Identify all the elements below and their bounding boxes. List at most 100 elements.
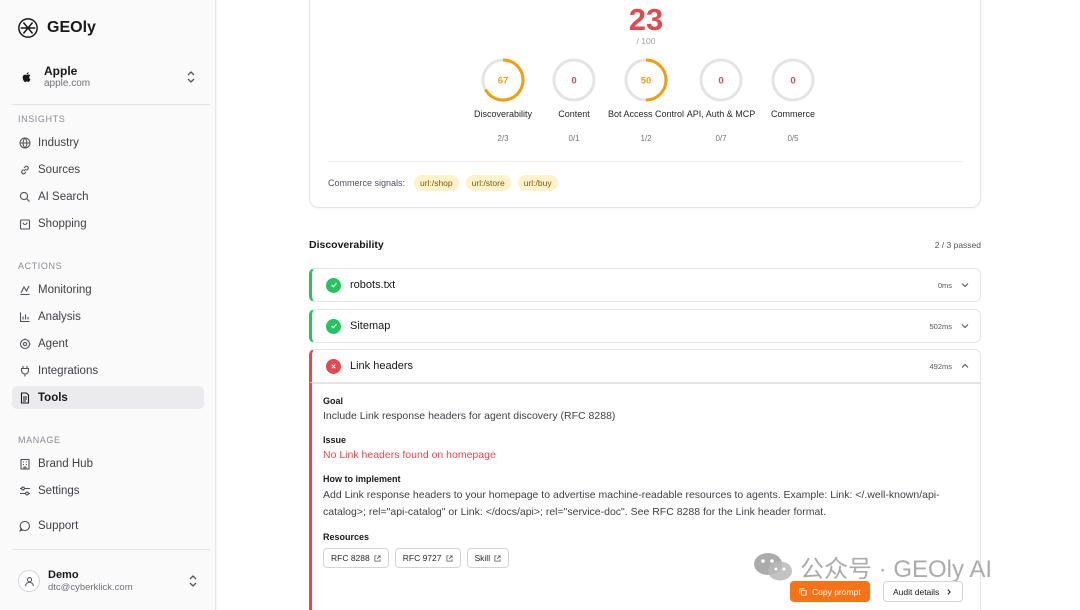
chevron-down-icon <box>961 283 969 288</box>
sidebar-item-industry[interactable]: Industry <box>12 131 204 154</box>
metric-count: 0/7 <box>715 134 727 143</box>
user-icon <box>24 576 34 586</box>
detail-divider <box>312 383 981 384</box>
metric-api-auth-mcp[interactable]: 0 API, Auth & MCP 0/7 <box>681 56 761 143</box>
issue-text: No Link headers found on homepage <box>323 449 496 461</box>
search-icon <box>19 191 30 202</box>
how-to-implement-heading: How to implement <box>323 474 401 484</box>
metric-name: API, Auth & MCP <box>686 109 756 119</box>
ring-value: 67 <box>498 76 509 87</box>
brand[interactable]: GEOly <box>17 17 96 39</box>
check-row-robots-txt[interactable]: robots.txt 0ms <box>309 268 981 302</box>
org-switcher[interactable]: Apple apple.com <box>12 58 204 96</box>
sidebar-item-label: Support <box>38 519 79 532</box>
sidebar-item-agent[interactable]: Agent <box>12 332 204 355</box>
metric-commerce[interactable]: 0 Commerce 0/5 <box>753 56 833 143</box>
check-row-sitemap[interactable]: Sitemap 502ms <box>309 309 981 343</box>
sidebar-item-label: Industry <box>38 136 79 149</box>
check-pass-icon <box>326 318 341 334</box>
sidebar-item-tools[interactable]: Tools <box>12 386 204 409</box>
audit-details-label: Audit details <box>893 586 940 597</box>
check-label: Sitemap <box>350 320 391 332</box>
resource-label: Skill <box>474 553 491 563</box>
check-label: robots.txt <box>350 279 396 291</box>
sidebar-item-settings[interactable]: Settings <box>12 479 204 502</box>
score-ring: 0 <box>698 57 744 103</box>
chevron-down-icon <box>961 324 969 329</box>
sidebar-item-label: Tools <box>38 391 68 404</box>
metric-content[interactable]: 0 Content 0/1 <box>534 56 614 143</box>
chevron-updown-icon <box>189 575 197 587</box>
globe-icon <box>19 137 31 148</box>
resource-link-rfc-8288[interactable]: RFC 8288 <box>323 548 389 568</box>
resource-link-skill[interactable]: Skill <box>466 548 510 568</box>
sidebar-item-label: Analysis <box>38 310 81 323</box>
metric-name: Discoverability <box>473 109 533 119</box>
org-name: Apple <box>44 64 78 78</box>
sidebar-item-monitoring[interactable]: Monitoring <box>12 278 204 301</box>
bag-icon <box>19 218 31 230</box>
metric-name: Bot Access Control <box>607 109 685 119</box>
sidebar-item-brand-hub[interactable]: Brand Hub <box>12 452 204 475</box>
ring-value: 0 <box>571 76 576 87</box>
score-ring: 67 <box>480 57 526 103</box>
sidebar-item-label: Settings <box>38 484 80 497</box>
check-label: Link headers <box>350 360 413 372</box>
monitoring-icon <box>20 285 30 295</box>
watermark-text: 公众号 · GEOly AI <box>800 556 993 583</box>
sidebar-item-ai-search[interactable]: AI Search <box>12 185 204 208</box>
sidebar-item-sources[interactable]: Sources <box>12 158 204 181</box>
metric-discoverability[interactable]: 67 Discoverability 2/3 <box>463 56 543 143</box>
metric-count: 2/3 <box>497 134 509 143</box>
signal-chip: url:/store <box>465 175 511 191</box>
sidebar-item-analysis[interactable]: Analysis <box>12 305 204 328</box>
sidebar-item-integrations[interactable]: Integrations <box>12 359 204 382</box>
check-duration: 492ms <box>929 361 952 371</box>
ring-value: 0 <box>718 76 723 87</box>
commerce-signals-label: Commerce signals: <box>328 178 406 188</box>
copy-icon <box>799 587 807 596</box>
issue-heading: Issue <box>323 435 347 445</box>
sidebar-item-label: Brand Hub <box>38 457 93 470</box>
external-link-icon <box>374 554 381 562</box>
watermark: 公众号 · GEOly AI <box>752 549 992 584</box>
metric-count: 1/2 <box>640 134 652 143</box>
goal-heading: Goal <box>323 396 344 406</box>
document-icon <box>20 391 30 404</box>
metric-name: Commerce <box>770 109 815 119</box>
chat-icon <box>19 520 30 532</box>
check-row-link-headers[interactable]: Link headers 492ms <box>309 349 981 383</box>
metric-count: 0/1 <box>568 134 580 143</box>
chevron-right-icon <box>947 588 952 595</box>
copy-prompt-button[interactable]: Copy prompt <box>790 581 870 602</box>
user-email: dtc@cyberklick.com <box>48 581 133 593</box>
sidebar: GEOly Apple apple.com INSIGHTS Industry … <box>0 0 216 610</box>
section-passed-count: 2 / 3 passed <box>934 240 981 250</box>
metric-bot-access-control[interactable]: 50 Bot Access Control 1/2 <box>606 56 686 143</box>
sidebar-item-support[interactable]: Support <box>12 514 204 537</box>
score-ring: 0 <box>770 57 816 103</box>
resource-link-rfc-9727[interactable]: RFC 9727 <box>394 548 461 568</box>
section-label-actions: ACTIONS <box>18 261 63 271</box>
commerce-signals: Commerce signals: url:/shop url:/store u… <box>328 175 558 191</box>
bar-chart-icon <box>19 312 30 322</box>
audit-details-button[interactable]: Audit details <box>883 581 964 602</box>
chevron-updown-icon <box>187 71 195 83</box>
external-link-icon <box>445 554 453 562</box>
avatar <box>18 570 40 592</box>
geoly-logo-icon <box>18 18 38 38</box>
sidebar-item-shopping[interactable]: Shopping <box>12 212 204 235</box>
section-label-manage: MANAGE <box>18 435 61 445</box>
user-menu[interactable]: Demo dtc@cyberklick.com <box>12 563 204 599</box>
card-divider <box>328 161 962 162</box>
metric-name: Content <box>558 109 590 119</box>
plug-icon <box>20 365 30 376</box>
building-icon <box>20 458 30 470</box>
org-domain: apple.com <box>44 78 91 89</box>
section-label-insights: INSIGHTS <box>18 114 66 124</box>
sidebar-divider <box>12 549 210 550</box>
wechat-icon <box>754 552 792 580</box>
user-name: Demo <box>48 568 79 581</box>
score-card: 23 / 100 67 Discoverability 2/3 0 Conten… <box>309 0 981 208</box>
how-to-implement-text: Add Link response headers to your homepa… <box>323 489 940 518</box>
